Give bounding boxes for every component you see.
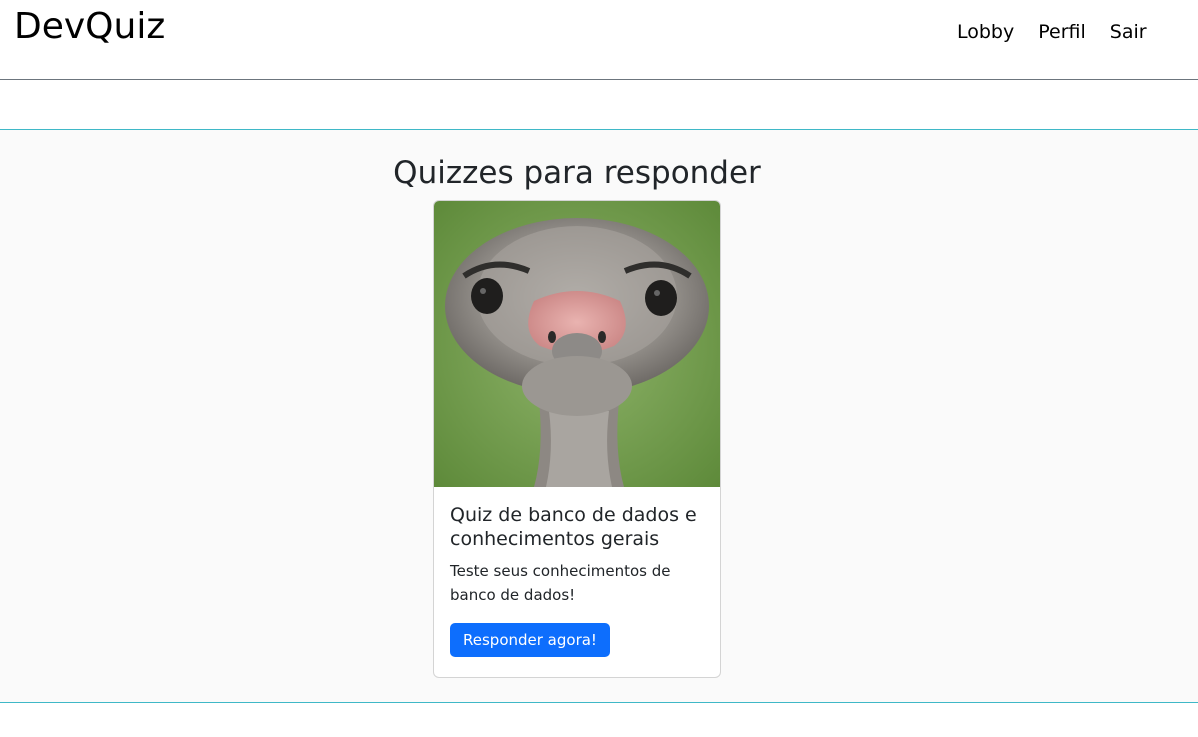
- page-title: Quizzes para responder: [393, 155, 761, 191]
- quiz-card-body: Quiz de banco de dados e conhecimentos g…: [434, 487, 720, 673]
- quiz-description: Teste seus conhecimentos de banco de dad…: [450, 562, 671, 604]
- quiz-section: Quizzes para responder Quiz de banco de …: [0, 129, 1198, 703]
- quiz-title: Quiz de banco de dados e conhecimentos g…: [450, 504, 697, 550]
- nav-link-lobby[interactable]: Lobby: [957, 21, 1014, 43]
- quiz-card-image: [434, 201, 720, 487]
- brand-logo[interactable]: DevQuiz: [14, 6, 165, 47]
- respond-now-button[interactable]: Responder agora!: [450, 623, 610, 657]
- quiz-card: Quiz de banco de dados e conhecimentos g…: [433, 200, 721, 678]
- nav-links: Lobby Perfil Sair: [957, 21, 1147, 43]
- nav-link-perfil[interactable]: Perfil: [1038, 21, 1086, 43]
- navbar: DevQuiz Lobby Perfil Sair: [0, 0, 1198, 80]
- nav-link-sair[interactable]: Sair: [1110, 21, 1147, 43]
